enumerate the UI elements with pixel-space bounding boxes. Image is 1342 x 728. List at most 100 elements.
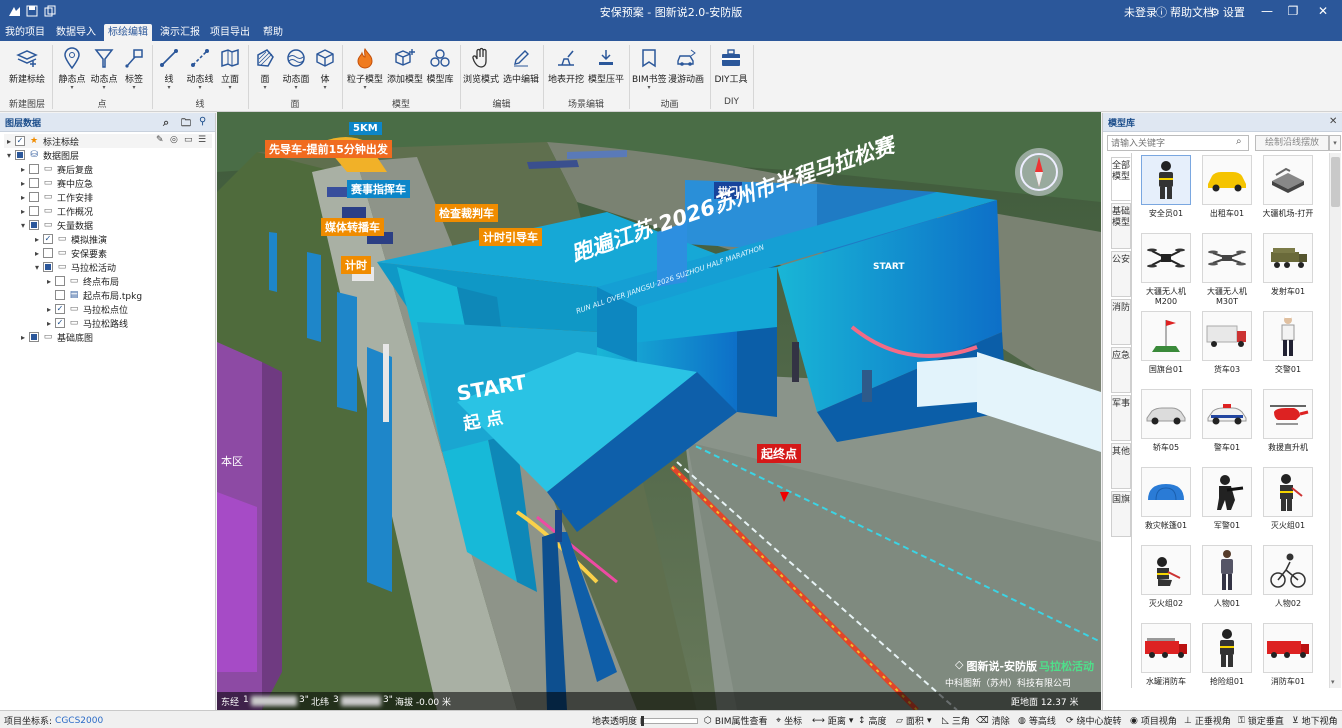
tree-node-data-layers[interactable]: ▾ ⛁ 数据图层 bbox=[4, 148, 79, 162]
tree-node-work-overview[interactable]: ▸ ▭ 工作概况 bbox=[18, 204, 93, 218]
orbit-center-tool[interactable]: ⟳ 绕中心旋转 bbox=[1066, 714, 1122, 728]
layer-checkbox[interactable]: ✓ bbox=[43, 234, 53, 244]
label-start-finish[interactable]: 起终点 bbox=[757, 444, 802, 463]
expand-icon[interactable]: ▾ bbox=[4, 151, 14, 160]
edit-icon[interactable]: ✎ bbox=[156, 135, 164, 145]
model-item[interactable]: 轿车05 bbox=[1137, 389, 1195, 453]
area-tool[interactable]: ▱ 面积 ▾ bbox=[896, 714, 931, 728]
maximize-button[interactable]: ❐ bbox=[1276, 0, 1310, 22]
lock-vertical-tool[interactable]: ⚿ 锁定垂直 bbox=[1238, 714, 1284, 728]
label-button[interactable]: 标签 ▾ bbox=[120, 46, 148, 91]
tab-police[interactable]: 公安 bbox=[1111, 251, 1131, 297]
expand-icon[interactable]: ▾ bbox=[18, 221, 28, 230]
login-status[interactable]: 未登录 bbox=[1124, 4, 1157, 20]
label-5km[interactable]: 5KM bbox=[349, 122, 382, 135]
contour-tool[interactable]: ◍ 等高线 bbox=[1018, 714, 1056, 728]
layer-checkbox[interactable] bbox=[55, 276, 65, 286]
model-library-button[interactable]: 模型库 bbox=[424, 46, 456, 85]
collapse-icon[interactable]: ▸ bbox=[32, 235, 42, 244]
collapse-icon[interactable]: ▸ bbox=[32, 249, 42, 258]
user-icon[interactable]: ⚲ bbox=[199, 116, 206, 127]
bim-properties-button[interactable]: ⬡ BIM属性查看 bbox=[704, 714, 767, 728]
polygon-button[interactable]: 面 ▾ bbox=[252, 46, 278, 91]
model-item[interactable]: 警车01 bbox=[1198, 389, 1256, 453]
model-item[interactable]: 货车03 bbox=[1198, 311, 1256, 375]
model-item[interactable]: 人物02 bbox=[1259, 545, 1317, 609]
tree-node-vector[interactable]: ▾ ▭ 矢量数据 bbox=[18, 218, 93, 232]
label-lead-car[interactable]: 先导车-提前15分钟出发 bbox=[265, 140, 392, 158]
particle-model-button[interactable]: 粒子模型 ▾ bbox=[346, 46, 384, 91]
collapse-icon[interactable]: ▸ bbox=[18, 207, 28, 216]
folder-icon[interactable]: ▭ bbox=[184, 135, 193, 145]
select-edit-button[interactable]: 选中编辑 bbox=[502, 46, 540, 85]
crs-value[interactable]: CGCS2000 bbox=[55, 716, 103, 726]
collapse-icon[interactable]: ▸ bbox=[18, 333, 28, 342]
label-referee-car[interactable]: 检查裁判车 bbox=[435, 204, 498, 222]
collapse-icon[interactable]: ▸ bbox=[44, 305, 54, 314]
label-timing-car-2[interactable]: 计时 bbox=[341, 256, 371, 274]
model-item[interactable]: 交警01 bbox=[1259, 311, 1317, 375]
target-icon[interactable]: ◎ bbox=[170, 135, 178, 145]
layer-checkbox[interactable]: ✓ bbox=[55, 318, 65, 328]
tab-fire[interactable]: 消防 bbox=[1111, 299, 1131, 345]
tab-project-export[interactable]: 项目导出 bbox=[208, 24, 252, 41]
top-view-tool[interactable]: ⊥ 正垂视角 bbox=[1184, 714, 1231, 728]
model-item[interactable]: 大疆无人机M30T bbox=[1198, 233, 1256, 306]
layer-checkbox[interactable] bbox=[43, 248, 53, 258]
layer-checkbox[interactable] bbox=[15, 150, 25, 160]
model-item[interactable]: 出租车01 bbox=[1198, 155, 1256, 219]
expand-icon[interactable]: ▾ bbox=[32, 263, 42, 272]
tab-my-projects[interactable]: 我的项目 bbox=[4, 24, 46, 41]
add-model-button[interactable]: 添加模型 bbox=[386, 46, 424, 85]
facade-button[interactable]: 立面 ▾ bbox=[216, 46, 244, 91]
settings-button[interactable]: ⚙ 设置 bbox=[1210, 4, 1245, 20]
scroll-down-icon[interactable]: ▾ bbox=[1331, 678, 1335, 686]
tab-emergency[interactable]: 应急 bbox=[1111, 347, 1131, 393]
model-item[interactable]: 抢险组01 bbox=[1198, 623, 1256, 687]
collapse-icon[interactable]: ▸ bbox=[18, 179, 28, 188]
tree-node-post-race[interactable]: ▸ ▭ 赛后复盘 bbox=[18, 162, 93, 176]
model-item[interactable]: 大疆机场-打开 bbox=[1259, 155, 1317, 219]
underground-view-tool[interactable]: ⊻ 地下视角 bbox=[1292, 714, 1338, 728]
layer-checkbox[interactable] bbox=[55, 290, 65, 300]
dynamic-polygon-button[interactable]: 动态面 ▾ bbox=[280, 46, 312, 91]
slider-thumb[interactable] bbox=[641, 715, 645, 726]
label-media-car[interactable]: 媒体转播车 bbox=[321, 218, 384, 236]
tab-other[interactable]: 其他 bbox=[1111, 443, 1131, 489]
tree-node-simulation[interactable]: ▸ ✓ ▭ 模拟推演 bbox=[32, 232, 107, 246]
tab-plot-edit[interactable]: 标绘编辑 bbox=[104, 24, 152, 41]
tab-military[interactable]: 军事 bbox=[1111, 395, 1131, 441]
surface-opacity-control[interactable]: 地表透明度 bbox=[592, 714, 699, 727]
new-plot-button[interactable]: 新建标绘 bbox=[6, 46, 48, 85]
help-docs-link[interactable]: ⓘ 帮助文档 bbox=[1156, 4, 1214, 20]
model-grid-scrollbar[interactable]: ▾ bbox=[1329, 153, 1341, 688]
model-item[interactable]: 军警01 bbox=[1198, 467, 1256, 531]
tree-node-annotation[interactable]: ▸ ✓ ★ 标注标绘 ✎ ◎ ▭ ☰ bbox=[4, 134, 212, 148]
layer-checkbox[interactable] bbox=[29, 220, 39, 230]
layer-checkbox[interactable] bbox=[43, 262, 53, 272]
search-icon[interactable]: ⌕ bbox=[1236, 136, 1242, 147]
volume-button[interactable]: 体 ▾ bbox=[312, 46, 338, 91]
label-timing-car[interactable]: 计时引导车 bbox=[479, 228, 542, 246]
model-item[interactable]: 安全员01 bbox=[1137, 155, 1195, 219]
layer-checkbox[interactable]: ✓ bbox=[55, 304, 65, 314]
model-item[interactable]: 灭火组01 bbox=[1259, 467, 1317, 531]
model-search-field[interactable]: ⌕ bbox=[1107, 135, 1249, 151]
model-item[interactable]: 大疆无人机M200 bbox=[1137, 233, 1195, 306]
map-3d-viewport[interactable]: 5KM 先导车-提前15分钟出发 赛事指挥车 检查裁判车 媒体转播车 计时引导车… bbox=[217, 112, 1101, 710]
tree-node-basemap[interactable]: ▸ ▭ 基础底图 bbox=[18, 330, 93, 344]
project-view-tool[interactable]: ◉ 项目视角 bbox=[1130, 714, 1177, 728]
collapse-icon[interactable]: ▸ bbox=[4, 137, 14, 146]
tree-node-in-race[interactable]: ▸ ▭ 赛中应急 bbox=[18, 176, 93, 190]
search-icon[interactable]: ⌕ bbox=[163, 116, 169, 130]
collapse-icon[interactable]: ▸ bbox=[18, 193, 28, 202]
tab-flag[interactable]: 国旗 bbox=[1111, 491, 1131, 537]
flatten-model-button[interactable]: 模型压平 bbox=[586, 46, 626, 85]
model-item[interactable]: 救援直升机 bbox=[1259, 389, 1317, 453]
model-item[interactable]: 人物01 bbox=[1198, 545, 1256, 609]
dynamic-line-button[interactable]: 动态线 ▾ bbox=[184, 46, 216, 91]
folder-add-icon[interactable]: 🗀 bbox=[181, 116, 191, 133]
close-button[interactable]: ✕ bbox=[1306, 0, 1340, 22]
tree-node-security[interactable]: ▸ ▭ 安保要素 bbox=[32, 246, 107, 260]
scrollbar-thumb[interactable] bbox=[1331, 157, 1340, 207]
